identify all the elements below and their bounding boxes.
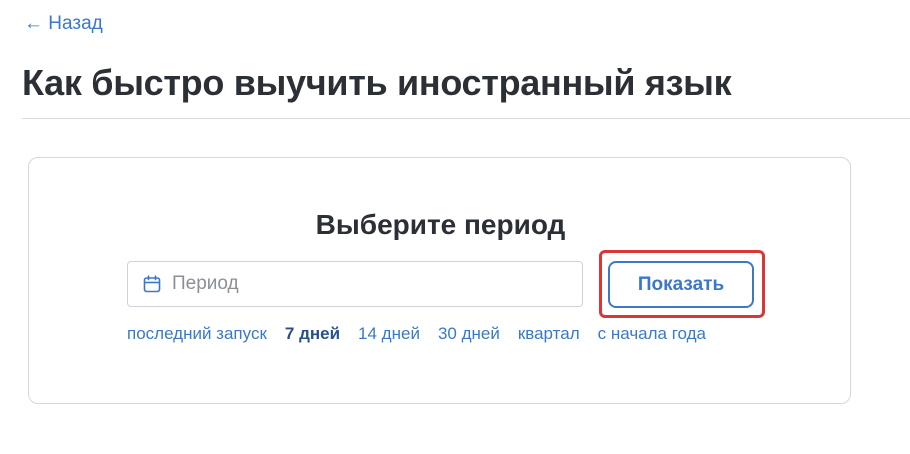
quick-range-item[interactable]: с начала года — [598, 324, 706, 344]
period-panel-title: Выберите период — [315, 209, 566, 240]
quick-range-item[interactable]: квартал — [518, 324, 580, 344]
quick-range-item[interactable]: 30 дней — [438, 324, 500, 344]
period-panel: Выберите период Показать последний запус… — [28, 157, 851, 404]
calendar-icon[interactable] — [143, 275, 161, 293]
quick-range-item[interactable]: 14 дней — [358, 324, 420, 344]
show-button[interactable]: Показать — [608, 261, 754, 308]
quick-range-item[interactable]: последний запуск — [127, 324, 267, 344]
quick-range-item[interactable]: 7 дней — [285, 324, 340, 344]
page-title: Как быстро выучить иностранный язык — [22, 62, 732, 103]
period-input[interactable] — [172, 262, 572, 306]
period-field[interactable] — [127, 261, 583, 307]
quick-range-list: последний запуск 7 дней 14 дней 30 дней квар… — [127, 324, 706, 346]
title-divider — [22, 118, 910, 119]
back-link[interactable]: ← Назад — [24, 13, 103, 35]
